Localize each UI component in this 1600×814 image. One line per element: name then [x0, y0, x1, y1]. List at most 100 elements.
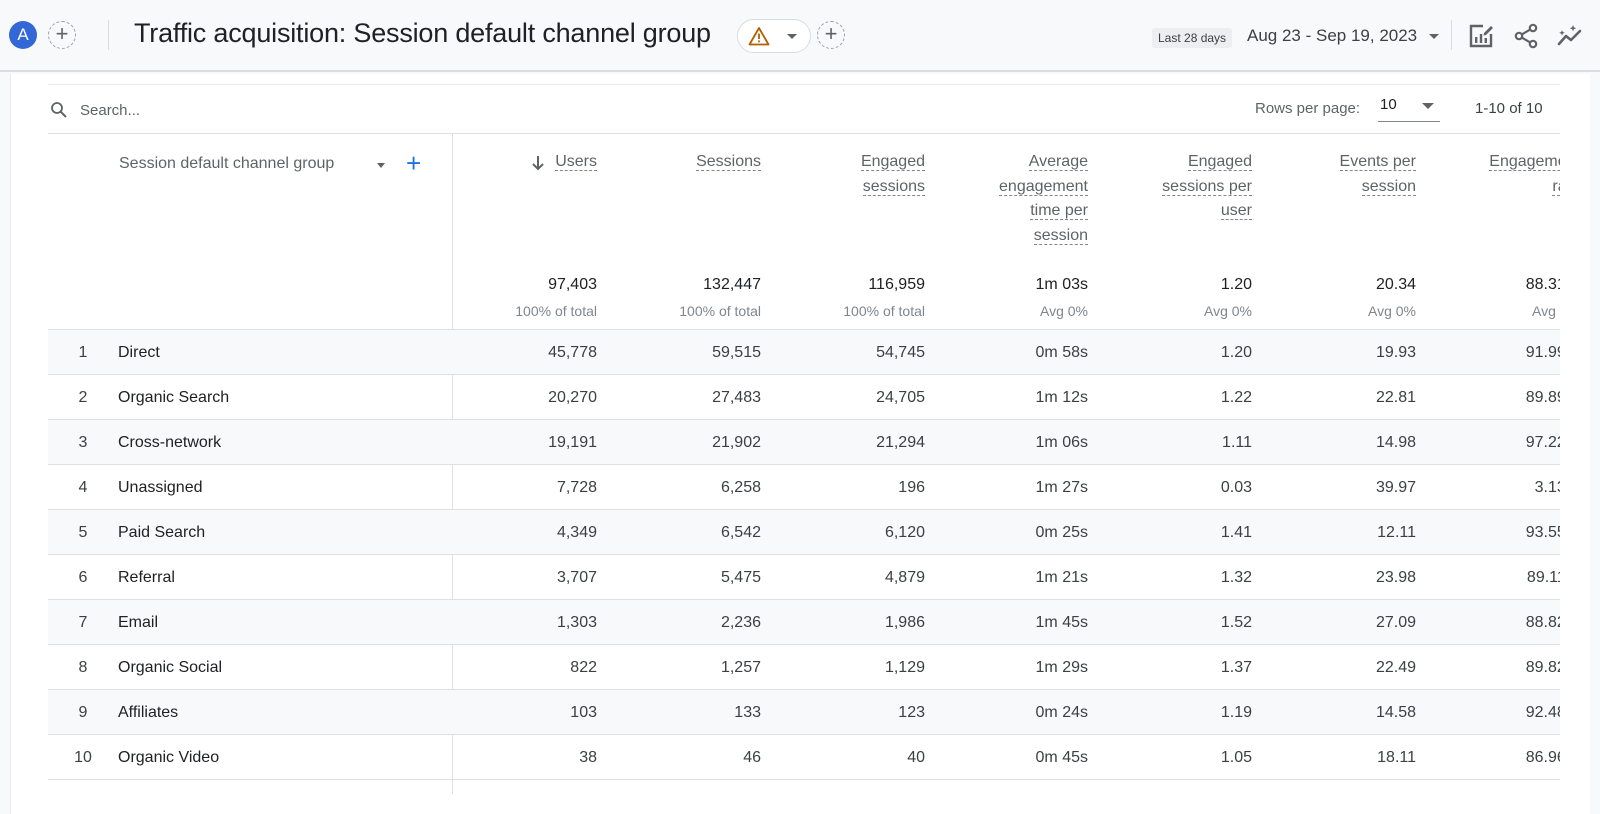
table-row[interactable]: 2 Organic Search 20,270 27,483 24,705 1m 12s 1…	[48, 375, 1560, 420]
column-total: 1m 03s	[1035, 276, 1088, 293]
metric-cell: 1.19	[1220, 704, 1252, 721]
column-header-label: session	[1361, 177, 1416, 196]
table-row[interactable]: 9 Affiliates 103 133 123 0m 24s 1.19 14.58 92.48…	[48, 690, 1560, 735]
row-number: 2	[78, 389, 88, 406]
dimension-header[interactable]: Session default channel group	[119, 155, 334, 173]
metric-cell: 1.11	[1222, 434, 1252, 451]
metric-cell: 0m 25s	[1035, 524, 1088, 541]
metric-cell: 3,707	[556, 569, 597, 586]
metric-cell: 27,483	[712, 389, 761, 406]
metric-cell: 24,705	[876, 389, 925, 406]
chevron-down-icon	[1422, 103, 1434, 109]
column-header-label: session	[1033, 226, 1088, 245]
table-viewport: Rows per page: 10 1-10 of 10 Session def…	[0, 0, 1560, 814]
channel-name[interactable]: Organic Social	[118, 645, 222, 690]
column-total-subtext: Avg 0%	[1040, 303, 1088, 319]
channel-name[interactable]: Cross-network	[118, 420, 221, 465]
column-header-label: time per	[1030, 202, 1088, 220]
column-header[interactable]: Engaged sessions per user	[1102, 150, 1252, 224]
metric-cell: 1.20	[1220, 344, 1252, 361]
search-icon	[51, 102, 67, 118]
row-number: 6	[78, 569, 88, 586]
channel-name[interactable]: Unassigned	[118, 465, 203, 510]
metric-cell: 14.58	[1375, 704, 1416, 721]
divider	[48, 84, 1560, 85]
metric-cell: 46	[743, 749, 761, 766]
row-number: 7	[78, 614, 88, 631]
metric-cell: 1.22	[1220, 389, 1252, 406]
column-total-subtext: Avg 0%	[1368, 303, 1416, 319]
channel-name[interactable]: Organic Video	[118, 735, 219, 780]
column-header[interactable]: Sessions	[611, 150, 761, 175]
column-header[interactable]: Users	[447, 150, 597, 175]
table-row[interactable]: 1 Direct 45,778 59,515 54,745 0m 58s 1.20 19.93…	[48, 330, 1560, 375]
metric-cell: 1.41	[1220, 524, 1252, 541]
metric-cell: 0m 58s	[1035, 344, 1088, 361]
metric-cell: 21,902	[712, 434, 761, 451]
metric-cell: 88.82%	[1525, 614, 1560, 631]
metric-cell: 1.37	[1220, 659, 1252, 676]
channel-name[interactable]: Direct	[118, 330, 160, 375]
metric-cell: 18.11	[1377, 749, 1416, 766]
column-header-label: user	[1220, 202, 1252, 220]
column-total-subtext: 100% of total	[515, 303, 597, 319]
column-header[interactable]: Average engagement time per session	[938, 150, 1088, 248]
metric-cell: 103	[570, 704, 597, 721]
row-number: 8	[78, 659, 88, 676]
row-number: 1	[78, 344, 88, 361]
table-row[interactable]: 4 Unassigned 7,728 6,258 196 1m 27s 0.03 39.97 3…	[48, 465, 1560, 510]
column-header-label: Average	[1028, 153, 1088, 171]
metric-cell: 2,236	[720, 614, 761, 631]
sort-descending-icon[interactable]	[531, 155, 545, 171]
metric-cell: 6,258	[720, 479, 761, 496]
channel-name[interactable]: Organic Search	[118, 375, 229, 420]
dimension-dropdown-icon[interactable]	[377, 163, 385, 168]
table-row[interactable]: 5 Paid Search 4,349 6,542 6,120 0m 25s 1.41 12.…	[48, 510, 1560, 555]
metric-cell: 4,879	[884, 569, 925, 586]
metric-cell: 1m 12s	[1035, 389, 1088, 406]
metric-cell: 92.48%	[1525, 704, 1560, 721]
column-total: 97,403	[548, 276, 597, 293]
metric-cell: 19.93	[1375, 344, 1416, 361]
rows-per-page-select[interactable]: 10	[1378, 94, 1440, 122]
add-dimension-button[interactable]: +	[406, 150, 421, 176]
metric-cell: 27.09	[1375, 614, 1416, 631]
metric-cell: 20,270	[548, 389, 597, 406]
table-row[interactable]: 8 Organic Social 822 1,257 1,129 1m 29s 1.37 22…	[48, 645, 1560, 690]
column-header-label: Users	[555, 153, 597, 171]
metric-cell: 1m 29s	[1035, 659, 1088, 676]
metric-cell: 133	[734, 704, 761, 721]
metric-cell: 1m 45s	[1035, 614, 1088, 631]
channel-name[interactable]: Referral	[118, 555, 175, 600]
column-total: 132,447	[703, 276, 761, 293]
column-header-label: sessions	[862, 177, 925, 196]
channel-name[interactable]: Email	[118, 600, 158, 645]
metric-cell: 40	[907, 749, 925, 766]
row-number: 9	[78, 704, 88, 721]
metric-cell: 21,294	[876, 434, 925, 451]
insights-icon[interactable]	[1556, 22, 1584, 50]
table-row[interactable]: 10 Organic Video 38 46 40 0m 45s 1.05 18.11 86.9…	[48, 735, 1560, 780]
metric-cell: 23.98	[1375, 569, 1416, 586]
metric-cell: 123	[898, 704, 925, 721]
metric-cell: 0m 24s	[1035, 704, 1088, 721]
search-input[interactable]	[80, 98, 680, 122]
column-total: 88.31%	[1525, 276, 1560, 293]
metric-cell: 1m 27s	[1035, 479, 1088, 496]
metric-cell: 1,129	[884, 659, 925, 676]
metric-cell: 1,303	[556, 614, 597, 631]
metric-cell: 6,542	[720, 524, 761, 541]
column-header-label: engagement	[999, 177, 1088, 196]
channel-name[interactable]: Affiliates	[118, 690, 178, 735]
table-row[interactable]: 7 Email 1,303 2,236 1,986 1m 45s 1.52 27.09 88.8…	[48, 600, 1560, 645]
column-header[interactable]: Engaged sessions	[775, 150, 925, 199]
metric-cell: 59,515	[712, 344, 761, 361]
column-header[interactable]: Engagement rate	[1430, 150, 1560, 199]
channel-name[interactable]: Paid Search	[118, 510, 205, 555]
metric-cell: 54,745	[876, 344, 925, 361]
table-row[interactable]: 6 Referral 3,707 5,475 4,879 1m 21s 1.32 23.98 8…	[48, 555, 1560, 600]
column-header[interactable]: Events per session	[1266, 150, 1416, 199]
column-header-label: Events per	[1339, 153, 1416, 171]
column-total: 116,959	[868, 276, 925, 293]
table-row[interactable]: 3 Cross-network 19,191 21,902 21,294 1m 06s 1.…	[48, 420, 1560, 465]
